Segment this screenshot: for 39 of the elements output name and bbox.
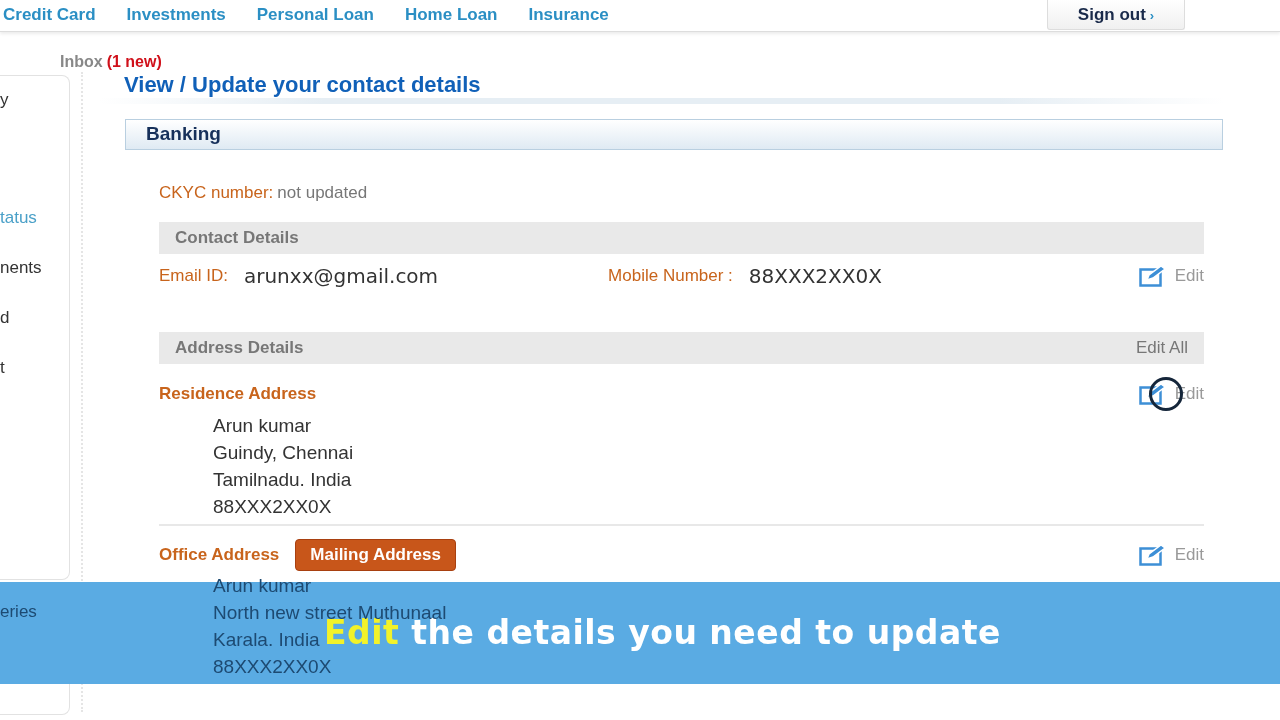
page-title: View / Update your contact details	[124, 72, 482, 98]
edit-link[interactable]: Edit	[1138, 263, 1204, 289]
address-line: Guindy, Chennai	[213, 441, 354, 465]
nav-link[interactable]: Credit Card	[3, 0, 96, 30]
section-heading: Address Details	[175, 337, 304, 359]
field-value: arunxx@gmail.com	[243, 263, 439, 290]
sidebar-item[interactable]: y	[0, 90, 69, 208]
section-heading: Contact Details	[159, 222, 1204, 254]
sidebar-item[interactable]: nents	[0, 258, 69, 308]
address-title: Residence Address	[159, 383, 317, 406]
edit-icon	[1138, 265, 1167, 287]
section-header: Banking	[125, 119, 1223, 150]
sidebar-item[interactable]: tatus	[0, 208, 69, 258]
address-line: Karala. India	[213, 628, 320, 652]
nav-link[interactable]: Personal Loan	[256, 0, 374, 30]
inbox-count: (1 new)	[106, 52, 162, 72]
sign-out-button[interactable]: Sign out ›	[1047, 0, 1185, 30]
sidebar-item[interactable]: eries	[0, 602, 37, 622]
address-title: Office Address	[159, 544, 280, 567]
nav-link[interactable]: Home Loan	[404, 0, 498, 30]
edit-icon	[1138, 544, 1167, 566]
field-value: not updated	[277, 182, 368, 204]
inbox-label[interactable]: Inbox	[60, 52, 103, 72]
field-value: 88XXX2XX0X	[748, 263, 882, 290]
field-label: Email ID:	[159, 265, 228, 288]
sidebar-item[interactable]: d	[0, 308, 69, 358]
sidebar-item[interactable]: t	[0, 358, 69, 408]
address-line: 88XXX2XX0X	[213, 495, 332, 519]
nav-link[interactable]: Insurance	[528, 0, 609, 30]
field-label: CKYC number:	[159, 182, 274, 204]
edit-all-link[interactable]: Edit All	[1136, 332, 1188, 364]
address-line: 88XXX2XX0X	[213, 655, 332, 679]
field-label: Mobile Number :	[608, 265, 733, 288]
address-line: Tamilnadu. India	[213, 468, 352, 492]
address-line: Arun kumar	[213, 414, 312, 438]
edit-link[interactable]: Edit	[1138, 542, 1204, 568]
edit-icon	[1138, 383, 1167, 405]
mailing-badge: Mailing Address	[295, 539, 456, 571]
nav-link[interactable]: Investments	[126, 0, 226, 30]
